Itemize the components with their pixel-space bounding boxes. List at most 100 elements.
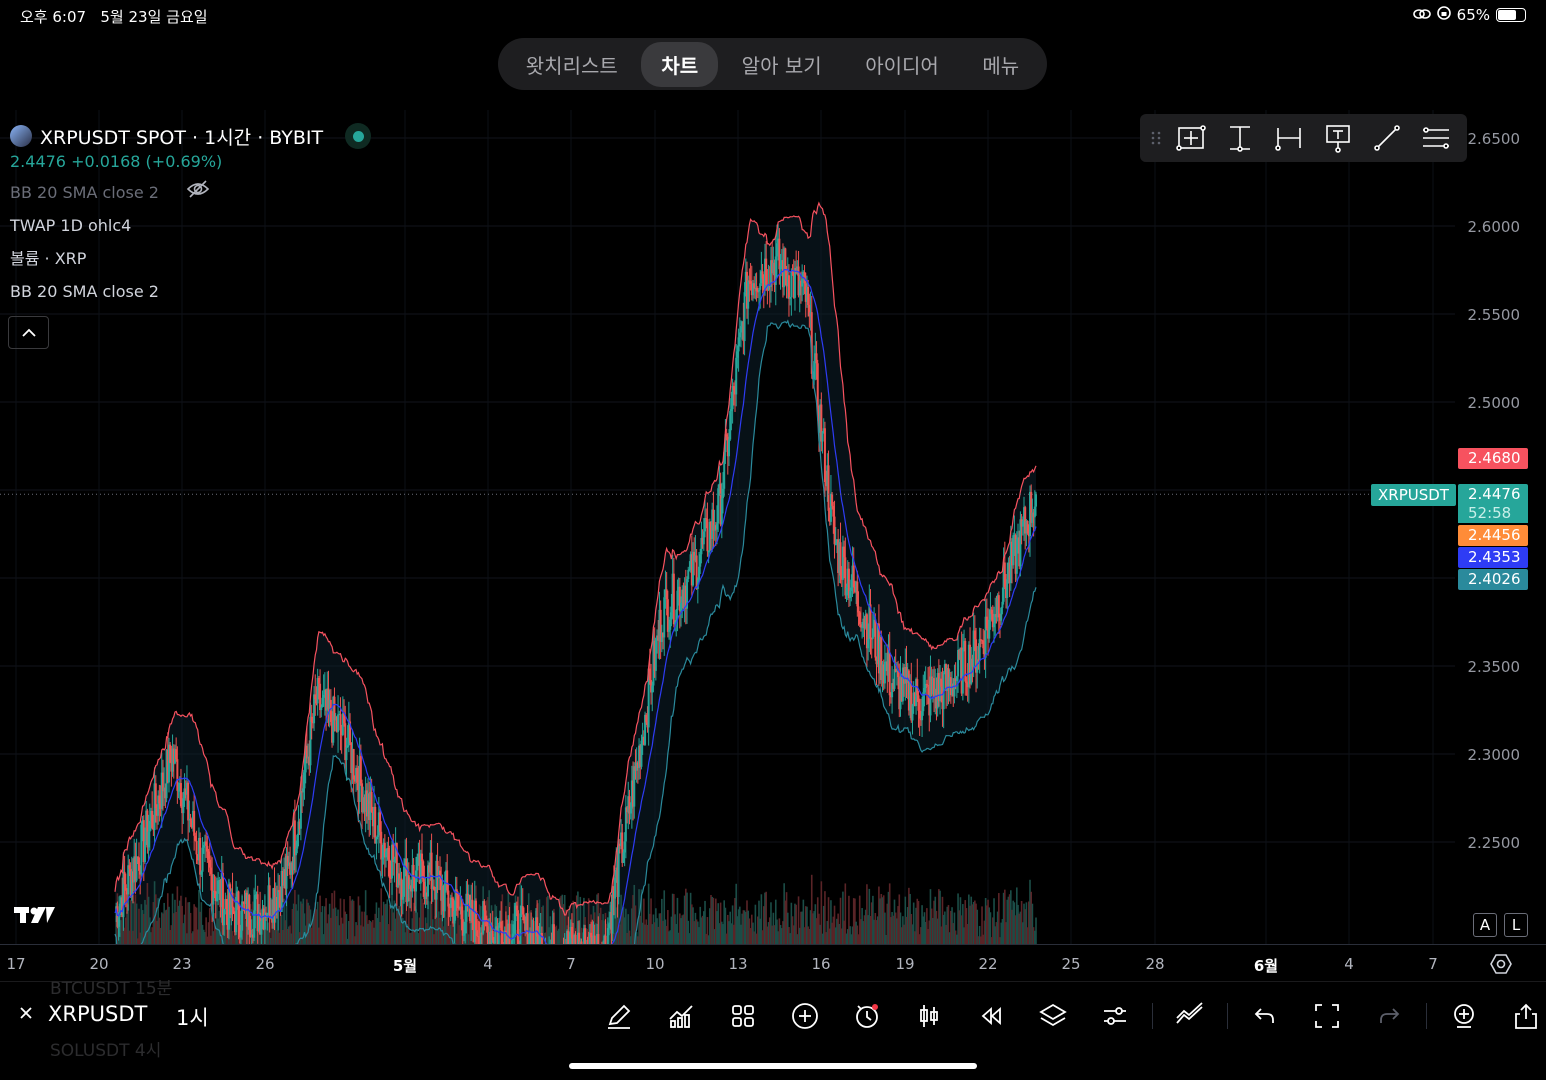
undo-icon[interactable] [1234,996,1296,1036]
layout-grid-icon[interactable] [712,996,774,1036]
candle-body [672,573,675,625]
candle-body [961,649,964,694]
ghost-symbol-above: BTCUSDT 15분 [50,979,173,999]
candle-body [728,439,730,457]
toolbar-divider [1152,1003,1153,1029]
vertical-measure-icon[interactable] [1215,116,1264,160]
basis-badge: 2.4353 [1458,547,1528,568]
tab-ideas[interactable]: 아이디어 [845,42,959,87]
bottom-tools [588,996,1546,1036]
price-axis-label: 2.5000 [1467,394,1521,412]
horizontal-measure-icon[interactable] [1264,116,1313,160]
status-right: 65% [1412,6,1526,24]
trend-line-icon[interactable] [1362,116,1411,160]
candle-body [193,810,196,836]
toolbar-divider [1426,1003,1427,1029]
price-axis-label: 2.6000 [1467,218,1521,236]
chart-legend: XRPUSDT SPOT · 1시간 · BYBIT 2.4476 +0.016… [10,122,372,308]
horizontal-lines-icon[interactable] [1411,116,1460,160]
candle-body [593,935,596,944]
indicator-label: BB 20 SMA close 2 [10,183,159,202]
time-tick: 28 [1145,955,1165,973]
chart-type-icon[interactable] [650,996,712,1036]
tab-menu[interactable]: 메뉴 [962,42,1039,87]
bottom-toolbar: BTCUSDT 15분 SOLUSDT 4시 XRPUSDT 1시 [0,979,1546,1061]
time-tick: 20 [89,955,109,973]
add-alert-icon[interactable] [1433,996,1495,1036]
candle-body [827,465,830,511]
layers-icon[interactable] [1022,996,1084,1036]
ghost-symbol-below: SOLUSDT 4시 [50,1041,162,1061]
log-scale-button[interactable]: L [1504,913,1528,937]
add-indicator-icon[interactable] [774,996,836,1036]
price-axis-label: 2.5500 [1467,306,1521,324]
candle-body [597,934,600,944]
time-tick: 5월 [392,957,418,975]
price-axis-label: 2.3500 [1467,658,1521,676]
close-icon[interactable] [18,1002,34,1026]
orientation-lock-icon [1436,6,1451,24]
candle-body [540,932,543,944]
time-axis[interactable]: 17 20 23 26 5월 4 7 10 13 16 19 22 25 28 … [0,944,1546,980]
bar-countdown: 52:58 [1458,503,1528,523]
replay-icon[interactable] [960,996,1022,1036]
indicator-twap[interactable]: TWAP 1D ohlc4 [10,209,371,242]
redo-icon[interactable] [1358,996,1420,1036]
symbol-title-row[interactable]: XRPUSDT SPOT · 1시간 · BYBIT [10,122,372,150]
candle-body [519,913,522,944]
candle-body [337,714,340,732]
drawing-pen-icon[interactable] [588,996,650,1036]
legend-collapse-button[interactable] [8,316,49,349]
symbol-name[interactable]: XRPUSDT [48,1002,147,1026]
candle-body [359,756,362,784]
symbol-title[interactable]: XRPUSDT SPOT · 1시간 · BYBIT [40,123,323,150]
twap-badge: 2.4456 [1458,525,1528,546]
battery-icon [1496,8,1526,22]
box-measure-icon[interactable] [1166,116,1215,160]
tab-chart[interactable]: 차트 [641,41,719,87]
auto-scale-button[interactable]: A [1473,913,1497,937]
time-tick: 10 [645,955,665,973]
indicator-bb[interactable]: BB 20 SMA close 2 [10,275,371,308]
indicator-bb-hidden[interactable]: BB 20 SMA close 2 [10,176,371,209]
lower-band-badge: 2.4026 [1458,569,1528,590]
symbol-logo-icon [10,125,32,147]
symbol-selector[interactable]: XRPUSDT [18,1002,147,1026]
link-icon [1412,6,1431,24]
time-tick: 17 [6,955,26,973]
time-tick: 4 [1344,955,1354,973]
toolbar-divider [1227,1003,1228,1029]
chart-settings-icon[interactable] [1490,953,1512,979]
text-measure-icon[interactable] [1313,116,1362,160]
candle-body [352,749,355,780]
settings-sliders-icon[interactable] [1084,996,1146,1036]
candles-icon[interactable] [898,996,960,1036]
time-tick: 16 [811,955,831,973]
status-bar: 오후 6:07 5월 23일 금요일 65% [0,0,1546,30]
time-tick: 7 [1428,955,1438,973]
price-axis-label: 2.6500 [1467,130,1521,148]
price-axis-label: 2.3000 [1467,746,1521,764]
tab-explore[interactable]: 알아 보기 [722,42,842,87]
home-indicator [569,1063,977,1069]
alert-clock-icon[interactable] [836,996,898,1036]
tab-watchlist[interactable]: 왓치리스트 [506,42,638,87]
chevron-up-icon [21,328,36,337]
measure-toolbar [1140,114,1467,162]
candle-body [706,519,709,552]
drag-handle-icon[interactable] [1146,118,1166,158]
time-tick: 25 [1061,955,1081,973]
chart-style-icon[interactable] [1159,996,1221,1036]
time-tick: 7 [566,955,576,973]
price-axis-label: 2.2500 [1467,834,1521,852]
upper-band-badge: 2.4680 [1458,448,1528,469]
indicator-volume[interactable]: 볼륨 · XRP [10,242,371,275]
time-tick: 4 [483,955,493,973]
tradingview-logo [14,903,56,929]
interval-selector[interactable]: 1시 [176,1002,209,1032]
candle-body [574,934,577,944]
candle-body [532,931,535,944]
fullscreen-icon[interactable] [1296,996,1358,1036]
share-icon[interactable] [1495,996,1546,1036]
eye-off-icon[interactable] [186,177,210,210]
